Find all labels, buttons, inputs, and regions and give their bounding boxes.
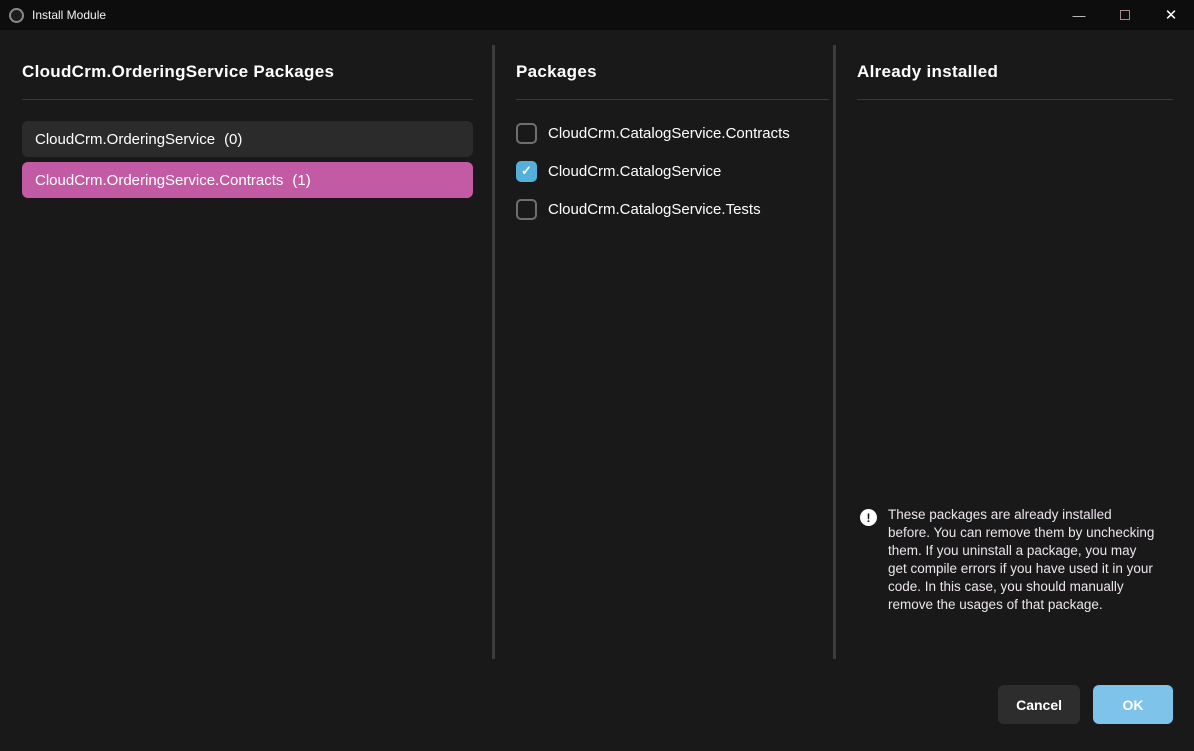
package-row-catalog-contracts[interactable]: ✓ CloudCrm.CatalogService.Contracts [516, 121, 829, 145]
maximize-icon [1120, 10, 1130, 20]
installed-note-text: These packages are already installed bef… [888, 506, 1156, 614]
footer-actions: Cancel OK [998, 685, 1173, 724]
project-packages-title: CloudCrm.OrderingService Packages [22, 62, 473, 100]
window-title: Install Module [32, 8, 106, 22]
column-divider-1 [492, 45, 495, 659]
already-installed-title: Already installed [857, 62, 1173, 100]
list-item-label: CloudCrm.OrderingService [35, 131, 215, 148]
close-icon: ✕ [1165, 6, 1178, 24]
package-checkbox[interactable]: ✓ [516, 199, 537, 220]
project-packages-panel: CloudCrm.OrderingService Packages CloudC… [22, 62, 473, 198]
window-controls: — ✕ [1056, 0, 1194, 30]
exclamation-icon: ! [860, 509, 877, 526]
app-icon [9, 8, 24, 23]
ok-button[interactable]: OK [1093, 685, 1173, 724]
column-divider-2 [833, 45, 836, 659]
minimize-icon: — [1073, 8, 1086, 23]
titlebar: Install Module — ✕ [0, 0, 1194, 30]
project-packages-list: CloudCrm.OrderingService (0) CloudCrm.Or… [22, 121, 473, 198]
package-label: CloudCrm.CatalogService.Contracts [548, 125, 790, 142]
package-row-catalog-service[interactable]: ✓ CloudCrm.CatalogService [516, 159, 829, 183]
maximize-button[interactable] [1102, 0, 1148, 30]
list-item-label: CloudCrm.OrderingService.Contracts [35, 172, 283, 189]
package-checkbox[interactable]: ✓ [516, 161, 537, 182]
already-installed-panel: Already installed [857, 62, 1173, 100]
close-button[interactable]: ✕ [1148, 0, 1194, 30]
minimize-button[interactable]: — [1056, 0, 1102, 30]
installed-note: ! These packages are already installed b… [860, 506, 1162, 614]
list-item-ordering-service-contracts[interactable]: CloudCrm.OrderingService.Contracts (1) [22, 162, 473, 198]
packages-panel: Packages ✓ CloudCrm.CatalogService.Contr… [516, 62, 829, 235]
package-label: CloudCrm.CatalogService.Tests [548, 201, 761, 218]
list-item-ordering-service[interactable]: CloudCrm.OrderingService (0) [22, 121, 473, 157]
package-checkbox[interactable]: ✓ [516, 123, 537, 144]
list-item-count: (1) [292, 172, 310, 189]
package-row-catalog-tests[interactable]: ✓ CloudCrm.CatalogService.Tests [516, 197, 829, 221]
packages-title: Packages [516, 62, 829, 100]
cancel-button[interactable]: Cancel [998, 685, 1080, 724]
packages-list: ✓ CloudCrm.CatalogService.Contracts ✓ Cl… [516, 121, 829, 221]
package-label: CloudCrm.CatalogService [548, 163, 721, 180]
list-item-count: (0) [224, 131, 242, 148]
